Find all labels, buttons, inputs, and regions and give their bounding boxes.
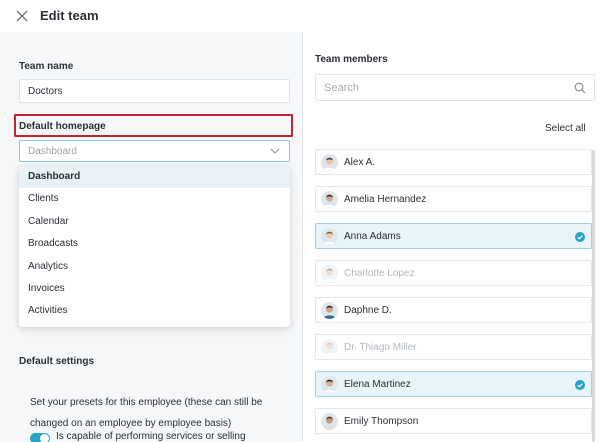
avatar	[321, 265, 338, 282]
service-toggle[interactable]	[30, 433, 50, 442]
avatar	[321, 413, 338, 430]
page-title: Edit team	[40, 8, 99, 23]
dropdown-option-clients[interactable]: Clients	[19, 188, 290, 210]
dropdown-option-analytics[interactable]: Analytics	[19, 256, 290, 278]
member-name: Elena Martinez	[344, 379, 411, 390]
member-row[interactable]: Dr. Thiago Miller	[315, 334, 592, 360]
dropdown-option-calendar[interactable]: Calendar	[19, 211, 290, 233]
dropdown-option-dashboard[interactable]: Dashboard	[19, 166, 290, 189]
member-search-input[interactable]	[324, 80, 564, 96]
member-name: Daphne D.	[344, 305, 392, 316]
member-row[interactable]: Alex A.	[315, 149, 592, 175]
members-scrollbar[interactable]	[592, 150, 595, 442]
dropdown-option-activities[interactable]: Activities	[19, 300, 290, 322]
panel-divider	[302, 32, 303, 442]
member-row[interactable]: Anna Adams	[315, 223, 592, 249]
default-homepage-dropdown: Dashboard Clients Calendar Broadcasts An…	[19, 166, 290, 327]
avatar	[321, 154, 338, 171]
avatar	[321, 302, 338, 319]
member-name: Dr. Thiago Miller	[344, 342, 417, 353]
default-settings-description: Set your presets for this employee (thes…	[30, 397, 263, 429]
dropdown-option-broadcasts[interactable]: Broadcasts	[19, 233, 290, 255]
close-button[interactable]	[14, 8, 30, 24]
default-homepage-select[interactable]: Dashboard	[19, 140, 290, 162]
service-toggle-row: Is capable of performing services or sel…	[30, 431, 290, 442]
avatar	[321, 376, 338, 393]
member-name: Charlotte Lopez	[344, 268, 415, 279]
member-name: Emily Thompson	[344, 416, 419, 427]
member-row[interactable]: Elena Martinez	[315, 371, 592, 397]
avatar	[321, 228, 338, 245]
default-homepage-highlight	[14, 114, 293, 137]
member-search-box	[315, 74, 595, 101]
close-icon	[16, 10, 28, 22]
header: Edit team	[0, 0, 610, 32]
member-row[interactable]: Amelia Hernandez	[315, 186, 592, 212]
team-name-label: Team name	[19, 61, 74, 72]
member-row[interactable]: Daphne D.	[315, 297, 592, 323]
check-icon	[575, 380, 585, 390]
default-settings-title: Default settings	[19, 356, 95, 367]
select-all-button[interactable]: Select all	[545, 123, 586, 134]
chevron-down-icon	[270, 148, 280, 154]
service-toggle-label: Is capable of performing services or sel…	[56, 431, 246, 442]
member-row[interactable]: Charlotte Lopez	[315, 260, 592, 286]
member-row[interactable]: Emily Thompson	[315, 408, 592, 434]
team-members-title: Team members	[315, 54, 388, 65]
dropdown-option-invoices[interactable]: Invoices	[19, 278, 290, 300]
avatar	[321, 191, 338, 208]
search-icon	[574, 82, 586, 94]
team-name-input[interactable]: Doctors	[19, 79, 290, 103]
check-icon	[575, 232, 585, 242]
avatar	[321, 339, 338, 356]
member-name: Alex A.	[344, 157, 376, 168]
member-name: Anna Adams	[344, 231, 401, 242]
default-homepage-select-value: Dashboard	[28, 146, 77, 157]
member-name: Amelia Hernandez	[344, 194, 427, 205]
